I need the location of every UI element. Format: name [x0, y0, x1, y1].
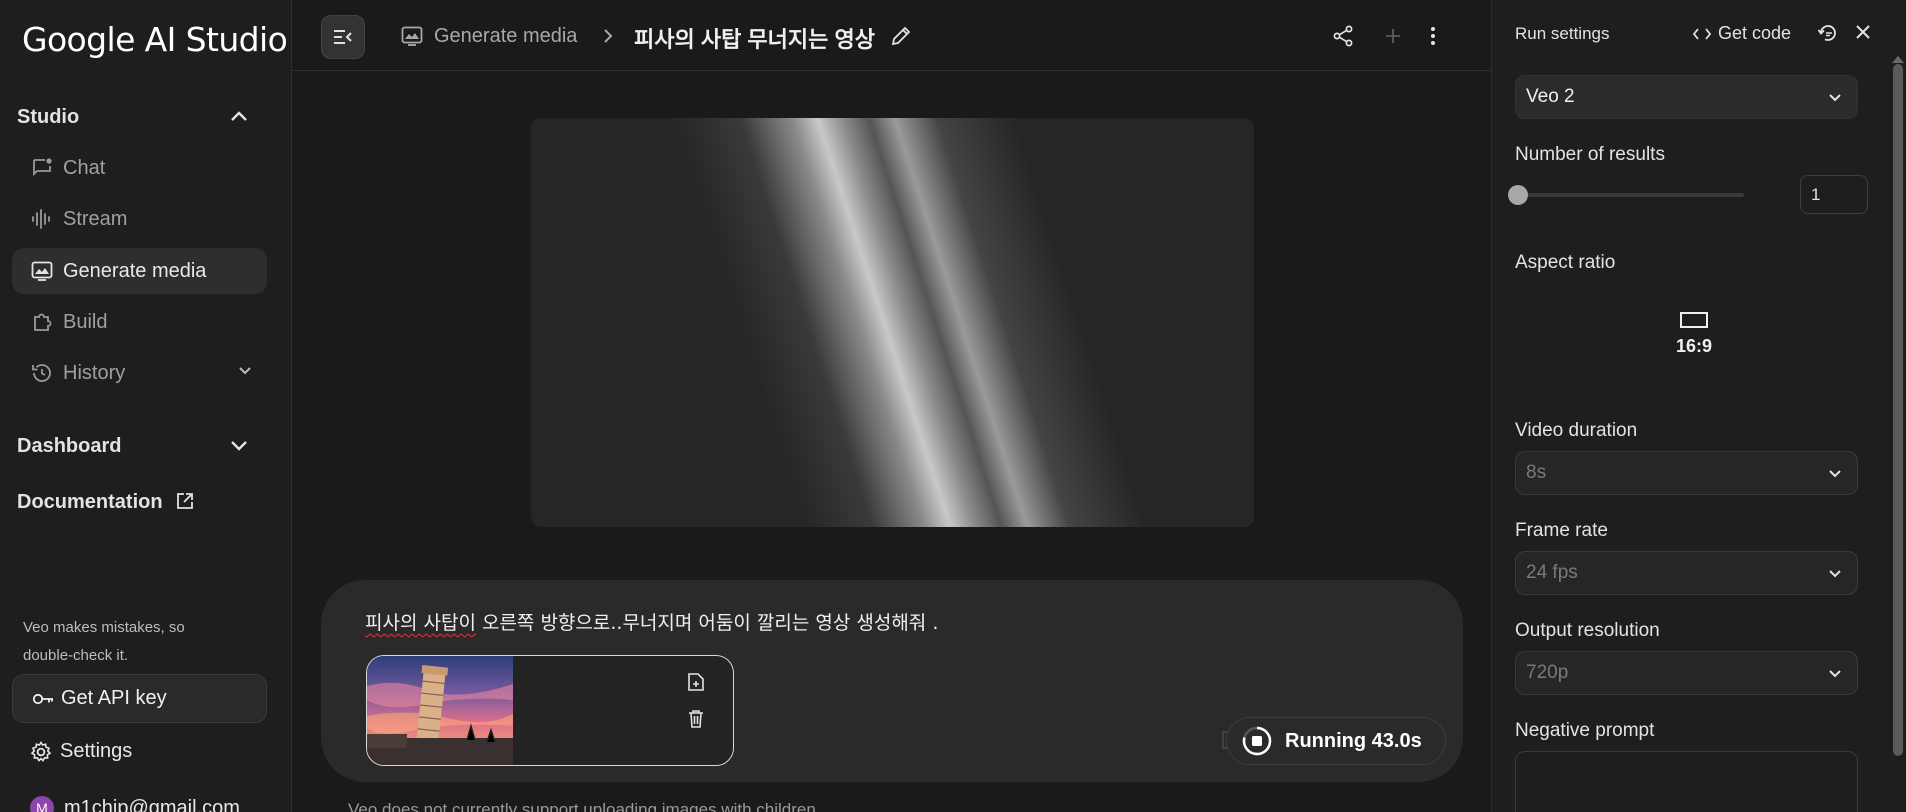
aspect-ratio-option[interactable]: 16:9 [1662, 312, 1726, 357]
gear-icon [30, 740, 52, 763]
num-results-label: Number of results [1515, 144, 1665, 165]
more-vert-icon[interactable] [1430, 25, 1436, 47]
model-select[interactable]: Veo 2 [1515, 75, 1858, 119]
stream-icon [29, 206, 55, 232]
running-label: Running 43.0s [1285, 729, 1422, 752]
chevron-down-icon [239, 367, 251, 375]
prompt-card: 피사의 사탑이 오른쪽 방향으로..무너지며 어둠이 깔리는 영상 생성해줘 . [321, 580, 1463, 782]
account-menu[interactable]: M m1chip@gmail.com [30, 796, 240, 812]
sidebar-item-chat[interactable]: Chat [12, 145, 267, 191]
prompt-text[interactable]: 피사의 사탑이 오른쪽 방향으로..무너지며 어둠이 깔리는 영상 생성해줘 . [365, 608, 938, 635]
image-icon [400, 24, 424, 48]
reset-settings-icon[interactable] [1817, 22, 1839, 44]
documentation-link[interactable]: Documentation [17, 491, 163, 514]
toggle-sidebar-button[interactable] [321, 15, 365, 59]
video-preview-loading [531, 118, 1254, 527]
top-bar: Generate media 피사의 사탑 무너지는 영상 [292, 0, 1491, 71]
prompt-text-rest: 오른쪽 방향으로..무너지며 어둠이 깔리는 영상 생성해줘 . [475, 612, 939, 634]
sidebar-item-label: History [63, 361, 126, 384]
negative-prompt-textarea[interactable] [1515, 751, 1858, 812]
sidebar-item-stream[interactable]: Stream [12, 196, 267, 242]
code-icon [1692, 26, 1712, 42]
leaning-tower-thumbnail[interactable] [367, 656, 513, 765]
breadcrumb[interactable]: Generate media [400, 24, 577, 48]
collapse-menu-icon [334, 30, 352, 44]
frame-rate-select[interactable]: 24 fps [1515, 551, 1858, 595]
get-api-key-label: Get API key [61, 687, 167, 709]
sidebar-item-label: Generate media [63, 259, 207, 282]
running-stop-button[interactable]: Running 43.0s [1226, 717, 1446, 765]
chevron-up-icon[interactable] [230, 110, 248, 122]
stop-spinner-icon [1241, 725, 1273, 757]
studio-section-header[interactable]: Studio [17, 106, 79, 129]
sidebar-item-history[interactable]: History [12, 350, 267, 396]
output-resolution-label: Output resolution [1515, 620, 1660, 641]
documentation-label: Documentation [17, 491, 163, 513]
aspect-ratio-16-9-icon [1680, 312, 1708, 328]
num-results-input[interactable]: 1 [1800, 175, 1868, 214]
chevron-down-icon [1829, 94, 1841, 102]
sidebar-item-label: Stream [63, 207, 128, 230]
num-results-slider-thumb[interactable] [1508, 185, 1528, 205]
video-duration-select[interactable]: 8s [1515, 451, 1858, 495]
output-resolution-value: 720p [1526, 662, 1569, 683]
left-sidebar: Google AI Studio Studio Chat Stream Gene… [0, 0, 292, 812]
settings-link[interactable]: Settings [30, 740, 132, 763]
breadcrumb-label: Generate media [434, 24, 578, 47]
settings-label: Settings [60, 740, 133, 762]
close-icon[interactable] [1855, 24, 1871, 40]
video-duration-value: 8s [1526, 462, 1547, 483]
studio-label: Studio [17, 106, 80, 128]
frame-rate-value: 24 fps [1526, 562, 1578, 583]
external-link-icon [177, 493, 193, 509]
output-resolution-select[interactable]: 720p [1515, 651, 1858, 695]
get-code-label: Get code [1718, 23, 1792, 43]
attached-image-card [366, 655, 734, 766]
delete-icon[interactable] [687, 709, 705, 729]
sidebar-item-label: Build [63, 310, 108, 333]
run-settings-title: Run settings [1515, 24, 1610, 43]
aspect-ratio-label: Aspect ratio [1515, 252, 1616, 273]
get-code-button[interactable]: Get code [1692, 23, 1791, 44]
dashboard-label: Dashboard [17, 435, 122, 457]
sidebar-item-generate-media[interactable]: Generate media [12, 248, 267, 294]
run-settings-panel: Run settings Get code Veo 2 Number of re… [1491, 0, 1906, 812]
chevron-down-icon [1829, 470, 1841, 478]
account-email: m1chip@gmail.com [64, 796, 240, 812]
history-icon [29, 360, 55, 386]
main-content: Generate media 피사의 사탑 무너지는 영상 피사의 사탑이 오른… [292, 0, 1491, 812]
upload-footnote: Veo does not currently support uploading… [348, 800, 821, 812]
edit-pencil-icon[interactable] [890, 25, 912, 47]
avatar: M [30, 796, 54, 812]
build-icon [29, 309, 55, 335]
app-logo[interactable]: Google AI Studio [22, 20, 288, 59]
chevron-down-icon [1829, 570, 1841, 578]
scroll-up-arrow[interactable] [1892, 56, 1904, 63]
sidebar-item-label: Chat [63, 156, 106, 179]
add-icon[interactable] [1384, 27, 1402, 45]
frame-rate-label: Frame rate [1515, 520, 1608, 541]
chat-icon [29, 155, 55, 181]
sidebar-item-build[interactable]: Build [12, 299, 267, 345]
get-api-key-button[interactable]: Get API key [12, 674, 267, 723]
negative-prompt-label: Negative prompt [1515, 720, 1655, 741]
num-results-slider-track[interactable] [1518, 193, 1744, 197]
model-value: Veo 2 [1526, 86, 1575, 107]
chevron-right-icon [604, 29, 613, 43]
video-duration-label: Video duration [1515, 420, 1638, 441]
dashboard-section-header[interactable]: Dashboard [17, 435, 121, 458]
page-title: 피사의 사탑 무너지는 영상 [634, 27, 875, 52]
chevron-down-icon[interactable] [230, 439, 248, 451]
chevron-down-icon [1829, 670, 1841, 678]
prompt-text-misspelled: 피사의 사탑이 [365, 612, 476, 634]
image-icon [29, 258, 55, 284]
veo-disclaimer: Veo makes mistakes, so double-check it. [23, 619, 185, 664]
share-icon[interactable] [1332, 25, 1354, 47]
aspect-ratio-value: 16:9 [1675, 336, 1713, 356]
add-file-icon[interactable] [687, 672, 705, 692]
settings-scrollbar[interactable] [1893, 64, 1903, 756]
key-icon [31, 687, 55, 711]
